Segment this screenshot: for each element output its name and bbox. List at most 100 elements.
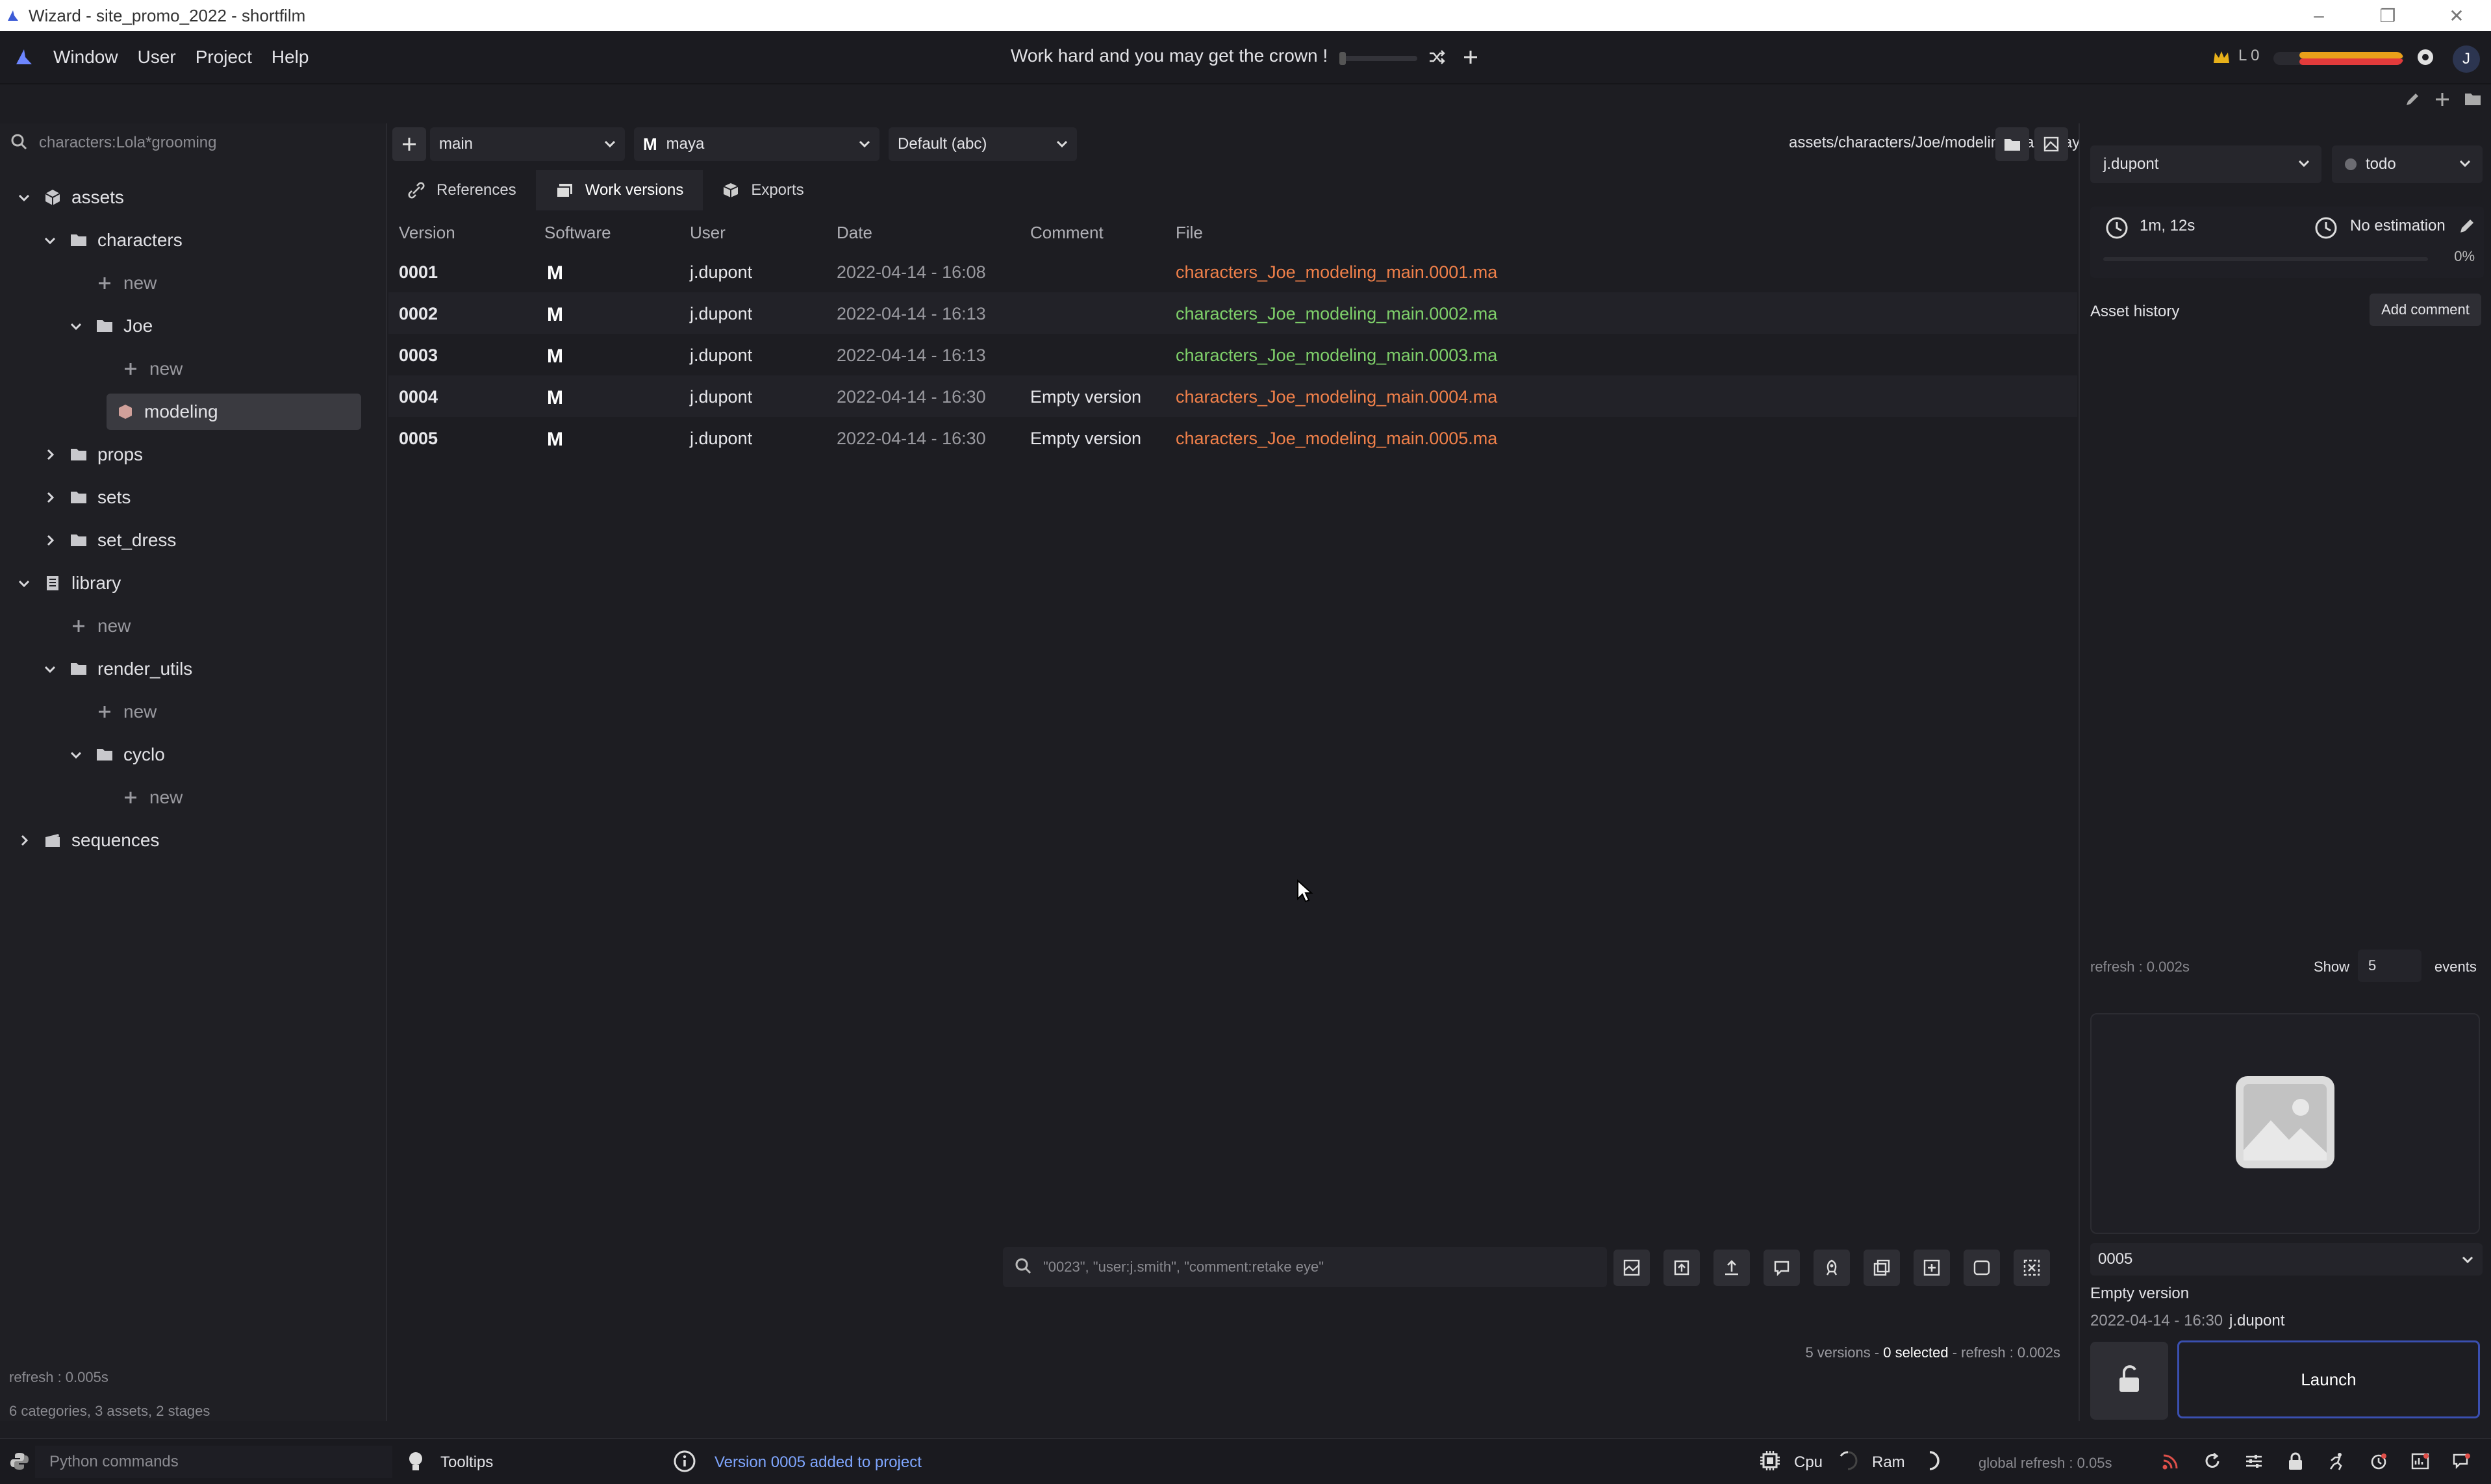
- new-version-button[interactable]: [1914, 1250, 1950, 1286]
- edit-estimation-pencil-icon[interactable]: [2458, 217, 2476, 238]
- show-label: Show: [2314, 959, 2350, 975]
- chevron-right-icon[interactable]: [14, 833, 34, 848]
- comment-version-button[interactable]: [1764, 1250, 1800, 1286]
- menu-user[interactable]: User: [138, 47, 176, 68]
- export-format-dropdown[interactable]: Default (abc): [889, 127, 1077, 161]
- close-button[interactable]: ✕: [2422, 0, 2491, 31]
- column-version[interactable]: Version: [399, 223, 455, 243]
- delete-version-button[interactable]: [2014, 1250, 2050, 1286]
- folder-icon: [69, 490, 88, 505]
- table-row[interactable]: 0002 Mj.dupont 2022-04-14 - 16:13 character…: [388, 292, 2077, 334]
- motd-slider[interactable]: [1339, 52, 1417, 65]
- tree-search-bar[interactable]: characters:Lola*grooming: [0, 123, 387, 162]
- tree-item-library[interactable]: library: [14, 565, 121, 601]
- chevron-right-icon[interactable]: [40, 533, 60, 547]
- duplicate-version-button[interactable]: [1864, 1250, 1900, 1286]
- open-comparison-button[interactable]: [1613, 1250, 1650, 1286]
- settings-gear-icon[interactable]: [2412, 44, 2438, 70]
- table-row[interactable]: 0003 Mj.dupont 2022-04-14 - 16:13 character…: [388, 334, 2077, 375]
- notifications-chat-icon[interactable]: [2447, 1447, 2476, 1476]
- tree-new-item[interactable]: new: [95, 265, 157, 301]
- column-date[interactable]: Date: [837, 223, 872, 243]
- tree-item-modeling[interactable]: modeling: [107, 394, 361, 430]
- settings-sliders-icon[interactable]: [2240, 1447, 2268, 1476]
- chevron-down-icon[interactable]: [40, 233, 60, 247]
- tree-new-item[interactable]: new: [121, 351, 183, 387]
- table-row[interactable]: 0004 Mj.dupont 2022-04-14 - 16:30 Empty ver…: [388, 375, 2077, 417]
- events-count-input[interactable]: 5: [2358, 950, 2421, 982]
- table-row[interactable]: 0005 Mj.dupont 2022-04-14 - 16:30 Empty ver…: [388, 417, 2077, 459]
- tree-search-input[interactable]: characters:Lola*grooming: [39, 134, 216, 152]
- tree-item-assets[interactable]: assets: [14, 179, 124, 216]
- shuffle-icon[interactable]: [1424, 44, 1450, 70]
- plus-icon[interactable]: [1458, 44, 1484, 70]
- minimize-button[interactable]: –: [2284, 0, 2353, 31]
- tree-new-item[interactable]: new: [121, 779, 183, 816]
- restore-button[interactable]: ❐: [2353, 0, 2422, 31]
- export-format-value: Default (abc): [898, 135, 987, 153]
- folder-icon[interactable]: [2464, 91, 2482, 111]
- user-avatar[interactable]: J: [2453, 45, 2480, 73]
- assigned-user-dropdown[interactable]: j.dupont: [2090, 145, 2321, 183]
- open-image-button[interactable]: [2034, 127, 2068, 161]
- version-selector-dropdown[interactable]: 0005: [2090, 1243, 2483, 1276]
- chevron-down-icon[interactable]: [14, 190, 34, 205]
- chevron-down-icon[interactable]: [66, 748, 86, 762]
- versions-search-input[interactable]: "0023", "user:j.smith", "comment:retake …: [1043, 1259, 1324, 1276]
- add-plus-icon[interactable]: [2434, 91, 2451, 111]
- state-dropdown[interactable]: todo: [2332, 145, 2483, 183]
- tree-new-item[interactable]: new: [95, 694, 157, 730]
- chevron-right-icon[interactable]: [40, 447, 60, 462]
- tooltips-toggle-label[interactable]: Tooltips: [440, 1453, 493, 1472]
- maya-logo-icon: M: [547, 429, 563, 450]
- chevron-down-icon[interactable]: [40, 662, 60, 676]
- batch-launch-rocket-button[interactable]: [1814, 1250, 1850, 1286]
- archive-version-button[interactable]: [1663, 1250, 1700, 1286]
- tree-item-label: modeling: [144, 401, 218, 421]
- lock-button[interactable]: [2090, 1342, 2168, 1420]
- column-user[interactable]: User: [690, 223, 726, 243]
- chevron-down-icon[interactable]: [14, 576, 34, 590]
- user-cell: j.dupont: [690, 429, 753, 448]
- menu-project[interactable]: Project: [196, 47, 252, 68]
- export-version-button[interactable]: [1713, 1250, 1750, 1286]
- tab-references[interactable]: References: [388, 170, 536, 210]
- launch-button[interactable]: Launch: [2177, 1340, 2480, 1418]
- table-row[interactable]: 0001 Mj.dupont 2022-04-14 - 16:08 character…: [388, 251, 2077, 292]
- refresh-icon[interactable]: [2198, 1447, 2227, 1476]
- tree-item-sets[interactable]: sets: [40, 479, 131, 516]
- python-command-input[interactable]: Python commands: [35, 1446, 392, 1478]
- menu-window[interactable]: Window: [53, 47, 118, 68]
- edit-pencil-icon[interactable]: [2404, 91, 2421, 111]
- running-person-icon[interactable]: [2323, 1447, 2351, 1476]
- software-dropdown[interactable]: M maya: [634, 127, 879, 161]
- tab-work-versions[interactable]: Work versions: [535, 170, 703, 210]
- tree-item-render-utils[interactable]: render_utils: [40, 651, 192, 687]
- tree-item-props[interactable]: props: [40, 436, 143, 473]
- tree-new-item[interactable]: new: [69, 608, 131, 644]
- lightbulb-icon[interactable]: [407, 1451, 425, 1476]
- lock-icon[interactable]: [2281, 1447, 2310, 1476]
- add-comment-button[interactable]: Add comment: [2370, 294, 2481, 326]
- cpu-usage-gauge-icon: [1836, 1448, 1860, 1476]
- add-variant-button[interactable]: [392, 127, 426, 161]
- tab-exports[interactable]: Exports: [703, 170, 823, 210]
- versions-search-bar[interactable]: "0023", "user:j.smith", "comment:retake …: [1003, 1247, 1607, 1287]
- rss-feed-icon[interactable]: [2156, 1447, 2185, 1476]
- column-comment[interactable]: Comment: [1030, 223, 1104, 243]
- variant-dropdown[interactable]: main: [430, 127, 625, 161]
- chevron-right-icon[interactable]: [40, 490, 60, 505]
- column-software[interactable]: Software: [544, 223, 611, 243]
- chevron-down-icon[interactable]: [66, 319, 86, 333]
- column-file[interactable]: File: [1176, 223, 1203, 243]
- new-empty-version-button[interactable]: [1964, 1250, 2000, 1286]
- tree-item-sequences[interactable]: sequences: [14, 822, 159, 859]
- tree-item-cyclo[interactable]: cyclo: [66, 736, 165, 773]
- tree-item-set-dress[interactable]: set_dress: [40, 522, 176, 559]
- tree-item-characters[interactable]: characters: [40, 222, 183, 258]
- open-folder-button[interactable]: [1995, 127, 2029, 161]
- alarm-clock-icon[interactable]: [2364, 1447, 2393, 1476]
- dashboard-icon[interactable]: [2406, 1447, 2434, 1476]
- tree-item-joe[interactable]: Joe: [66, 308, 153, 344]
- menu-help[interactable]: Help: [272, 47, 309, 68]
